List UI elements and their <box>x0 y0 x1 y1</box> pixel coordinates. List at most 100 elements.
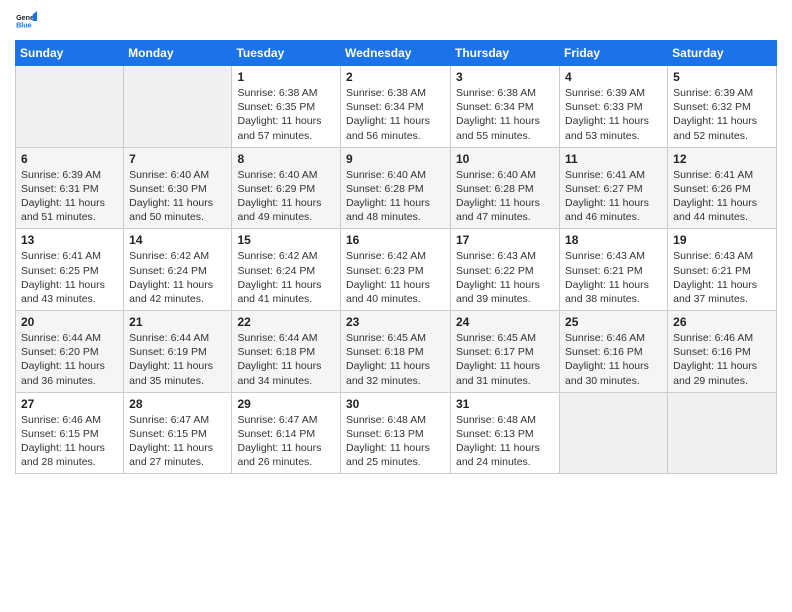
week-row-5: 27 Sunrise: 6:46 AM Sunset: 6:15 PM Dayli… <box>16 392 777 474</box>
day-number: 13 <box>21 233 118 247</box>
day-number: 29 <box>237 397 335 411</box>
day-number: 26 <box>673 315 771 329</box>
weekday-header-tuesday: Tuesday <box>232 41 341 66</box>
week-row-3: 13 Sunrise: 6:41 AM Sunset: 6:25 PM Dayli… <box>16 229 777 311</box>
day-cell: 3Sunrise: 6:38 AM Sunset: 6:34 PM Daylig… <box>451 66 560 148</box>
day-detail: Sunrise: 6:45 AM Sunset: 6:18 PM Dayligh… <box>346 331 445 388</box>
day-number: 31 <box>456 397 554 411</box>
day-cell: 8 Sunrise: 6:40 AM Sunset: 6:29 PM Daylig… <box>232 147 341 229</box>
day-number: 9 <box>346 152 445 166</box>
day-detail: Sunrise: 6:44 AM Sunset: 6:20 PM Dayligh… <box>21 331 118 388</box>
day-detail: Sunrise: 6:43 AM Sunset: 6:21 PM Dayligh… <box>565 249 662 306</box>
day-cell: 27 Sunrise: 6:46 AM Sunset: 6:15 PM Dayli… <box>16 392 124 474</box>
day-detail: Sunrise: 6:38 AM Sunset: 6:34 PM Dayligh… <box>346 86 445 143</box>
day-number: 19 <box>673 233 771 247</box>
day-detail: Sunrise: 6:47 AM Sunset: 6:14 PM Dayligh… <box>237 413 335 470</box>
day-detail: Sunrise: 6:42 AM Sunset: 6:23 PM Dayligh… <box>346 249 445 306</box>
day-cell: 31Sunrise: 6:48 AM Sunset: 6:13 PM Dayli… <box>451 392 560 474</box>
day-cell: 16 Sunrise: 6:42 AM Sunset: 6:23 PM Dayli… <box>341 229 451 311</box>
day-number: 16 <box>346 233 445 247</box>
day-detail: Sunrise: 6:43 AM Sunset: 6:22 PM Dayligh… <box>456 249 554 306</box>
day-cell <box>124 66 232 148</box>
day-cell: 20 Sunrise: 6:44 AM Sunset: 6:20 PM Dayli… <box>16 311 124 393</box>
day-detail: Sunrise: 6:40 AM Sunset: 6:29 PM Dayligh… <box>237 168 335 225</box>
day-detail: Sunrise: 6:45 AM Sunset: 6:17 PM Dayligh… <box>456 331 554 388</box>
weekday-header-friday: Friday <box>560 41 668 66</box>
day-cell: 22 Sunrise: 6:44 AM Sunset: 6:18 PM Dayli… <box>232 311 341 393</box>
day-number: 10 <box>456 152 554 166</box>
day-detail: Sunrise: 6:42 AM Sunset: 6:24 PM Dayligh… <box>129 249 226 306</box>
day-number: 20 <box>21 315 118 329</box>
day-cell: 30 Sunrise: 6:48 AM Sunset: 6:13 PM Dayli… <box>341 392 451 474</box>
weekday-header-sunday: Sunday <box>16 41 124 66</box>
logo: General Blue <box>15 10 43 32</box>
day-cell: 11 Sunrise: 6:41 AM Sunset: 6:27 PM Dayli… <box>560 147 668 229</box>
day-cell: 15Sunrise: 6:42 AM Sunset: 6:24 PM Dayli… <box>232 229 341 311</box>
day-number: 4 <box>565 70 662 84</box>
day-cell: 4Sunrise: 6:39 AM Sunset: 6:33 PM Daylig… <box>560 66 668 148</box>
logo-icon: General Blue <box>15 10 37 32</box>
day-number: 8 <box>237 152 335 166</box>
day-number: 25 <box>565 315 662 329</box>
day-cell: 7Sunrise: 6:40 AM Sunset: 6:30 PM Daylig… <box>124 147 232 229</box>
day-cell: 25Sunrise: 6:46 AM Sunset: 6:16 PM Dayli… <box>560 311 668 393</box>
day-number: 1 <box>237 70 335 84</box>
day-cell: 9 Sunrise: 6:40 AM Sunset: 6:28 PM Daylig… <box>341 147 451 229</box>
day-detail: Sunrise: 6:40 AM Sunset: 6:30 PM Dayligh… <box>129 168 226 225</box>
day-detail: Sunrise: 6:48 AM Sunset: 6:13 PM Dayligh… <box>346 413 445 470</box>
calendar-table: SundayMondayTuesdayWednesdayThursdayFrid… <box>15 40 777 474</box>
day-number: 12 <box>673 152 771 166</box>
day-number: 11 <box>565 152 662 166</box>
day-cell: 6Sunrise: 6:39 AM Sunset: 6:31 PM Daylig… <box>16 147 124 229</box>
day-number: 3 <box>456 70 554 84</box>
day-number: 28 <box>129 397 226 411</box>
day-cell <box>560 392 668 474</box>
day-cell: 28 Sunrise: 6:47 AM Sunset: 6:15 PM Dayli… <box>124 392 232 474</box>
header: General Blue <box>15 10 777 32</box>
day-cell: 19 Sunrise: 6:43 AM Sunset: 6:21 PM Dayli… <box>668 229 777 311</box>
day-number: 22 <box>237 315 335 329</box>
day-number: 15 <box>237 233 335 247</box>
weekday-header-saturday: Saturday <box>668 41 777 66</box>
day-cell: 23 Sunrise: 6:45 AM Sunset: 6:18 PM Dayli… <box>341 311 451 393</box>
day-cell: 18Sunrise: 6:43 AM Sunset: 6:21 PM Dayli… <box>560 229 668 311</box>
day-cell: 10 Sunrise: 6:40 AM Sunset: 6:28 PM Dayli… <box>451 147 560 229</box>
day-cell: 17Sunrise: 6:43 AM Sunset: 6:22 PM Dayli… <box>451 229 560 311</box>
day-cell <box>16 66 124 148</box>
week-row-1: 1 Sunrise: 6:38 AM Sunset: 6:35 PM Daylig… <box>16 66 777 148</box>
day-number: 30 <box>346 397 445 411</box>
day-detail: Sunrise: 6:44 AM Sunset: 6:18 PM Dayligh… <box>237 331 335 388</box>
day-detail: Sunrise: 6:38 AM Sunset: 6:35 PM Dayligh… <box>237 86 335 143</box>
week-row-2: 6Sunrise: 6:39 AM Sunset: 6:31 PM Daylig… <box>16 147 777 229</box>
day-number: 2 <box>346 70 445 84</box>
day-detail: Sunrise: 6:41 AM Sunset: 6:25 PM Dayligh… <box>21 249 118 306</box>
day-number: 14 <box>129 233 226 247</box>
day-cell: 12Sunrise: 6:41 AM Sunset: 6:26 PM Dayli… <box>668 147 777 229</box>
day-number: 27 <box>21 397 118 411</box>
day-cell: 26Sunrise: 6:46 AM Sunset: 6:16 PM Dayli… <box>668 311 777 393</box>
day-detail: Sunrise: 6:46 AM Sunset: 6:15 PM Dayligh… <box>21 413 118 470</box>
day-cell: 13 Sunrise: 6:41 AM Sunset: 6:25 PM Dayli… <box>16 229 124 311</box>
day-cell: 24 Sunrise: 6:45 AM Sunset: 6:17 PM Dayli… <box>451 311 560 393</box>
calendar-page: General Blue SundayMondayTuesdayWednesda… <box>0 0 792 612</box>
day-cell: 21Sunrise: 6:44 AM Sunset: 6:19 PM Dayli… <box>124 311 232 393</box>
day-number: 5 <box>673 70 771 84</box>
week-row-4: 20 Sunrise: 6:44 AM Sunset: 6:20 PM Dayli… <box>16 311 777 393</box>
day-cell: 5 Sunrise: 6:39 AM Sunset: 6:32 PM Daylig… <box>668 66 777 148</box>
day-detail: Sunrise: 6:40 AM Sunset: 6:28 PM Dayligh… <box>456 168 554 225</box>
day-detail: Sunrise: 6:43 AM Sunset: 6:21 PM Dayligh… <box>673 249 771 306</box>
weekday-header-row: SundayMondayTuesdayWednesdayThursdayFrid… <box>16 41 777 66</box>
day-detail: Sunrise: 6:39 AM Sunset: 6:32 PM Dayligh… <box>673 86 771 143</box>
day-detail: Sunrise: 6:41 AM Sunset: 6:27 PM Dayligh… <box>565 168 662 225</box>
day-detail: Sunrise: 6:39 AM Sunset: 6:31 PM Dayligh… <box>21 168 118 225</box>
day-cell: 14 Sunrise: 6:42 AM Sunset: 6:24 PM Dayli… <box>124 229 232 311</box>
day-detail: Sunrise: 6:47 AM Sunset: 6:15 PM Dayligh… <box>129 413 226 470</box>
day-detail: Sunrise: 6:40 AM Sunset: 6:28 PM Dayligh… <box>346 168 445 225</box>
day-number: 24 <box>456 315 554 329</box>
day-cell <box>668 392 777 474</box>
weekday-header-wednesday: Wednesday <box>341 41 451 66</box>
day-cell: 1 Sunrise: 6:38 AM Sunset: 6:35 PM Daylig… <box>232 66 341 148</box>
day-number: 23 <box>346 315 445 329</box>
day-number: 21 <box>129 315 226 329</box>
svg-text:Blue: Blue <box>16 22 32 30</box>
